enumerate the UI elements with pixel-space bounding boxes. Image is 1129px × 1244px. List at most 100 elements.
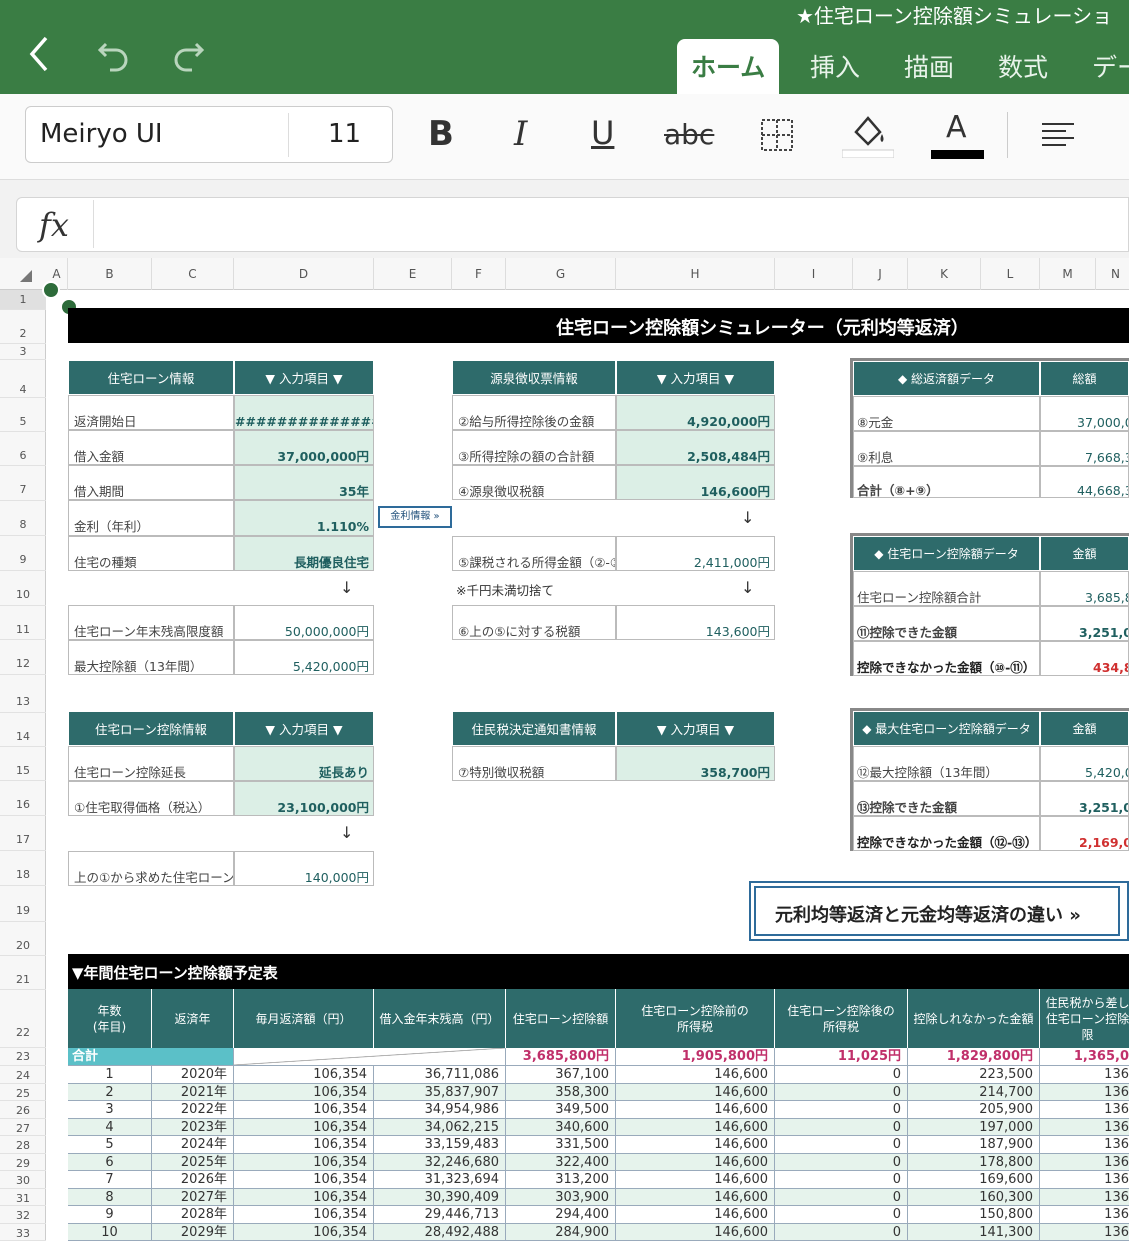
tab-home[interactable]: ホーム xyxy=(677,39,780,94)
column-header[interactable]: C xyxy=(152,258,234,290)
row-header[interactable]: 23 xyxy=(0,1048,46,1066)
loan-input[interactable]: ############## xyxy=(234,395,374,430)
schedule-cell: 0 xyxy=(775,1223,908,1241)
row-header[interactable]: 12 xyxy=(0,640,46,675)
column-header[interactable]: E xyxy=(374,258,452,290)
row-header[interactable]: 16 xyxy=(0,781,46,816)
underline-button[interactable]: U xyxy=(591,114,614,152)
row-header[interactable]: 27 xyxy=(0,1119,46,1136)
row-header[interactable]: 17 xyxy=(0,816,46,851)
column-header[interactable]: F xyxy=(452,258,506,290)
column-header[interactable]: L xyxy=(981,258,1040,290)
row-header[interactable]: 25 xyxy=(0,1084,46,1101)
font-size[interactable]: 11 xyxy=(328,119,361,149)
column-header[interactable]: H xyxy=(616,258,775,290)
row-header[interactable]: 9 xyxy=(0,536,46,571)
schedule-cell: 146,600 xyxy=(616,1153,775,1171)
loan-input[interactable]: 長期優良住宅 xyxy=(234,536,374,571)
withholding-input[interactable]: 2,508,484円 xyxy=(616,430,775,465)
schedule-cell: 2025年 xyxy=(152,1153,234,1171)
schedule-cell: 0 xyxy=(775,1136,908,1154)
row-header[interactable]: 15 xyxy=(0,747,46,781)
fill-color-icon[interactable] xyxy=(842,110,894,158)
borders-icon[interactable] xyxy=(760,118,794,152)
row-header[interactable]: 8 xyxy=(0,501,46,536)
tab-draw[interactable]: 描画 xyxy=(904,48,954,84)
row-header[interactable]: 20 xyxy=(0,922,46,956)
row-header[interactable]: 22 xyxy=(0,990,46,1048)
row-header[interactable]: 18 xyxy=(0,851,46,886)
tab-data[interactable]: デー xyxy=(1092,48,1129,84)
italic-button[interactable]: I xyxy=(514,114,527,154)
font-color-button[interactable]: A xyxy=(946,110,967,145)
schedule-cell: 35,837,907 xyxy=(374,1083,506,1101)
font-selector[interactable]: Meiryo UI 11 xyxy=(25,106,393,163)
font-color-swatch xyxy=(931,150,984,159)
row-header[interactable]: 28 xyxy=(0,1136,46,1154)
row-header[interactable]: 5 xyxy=(0,398,46,432)
deduction-input[interactable]: 延長あり xyxy=(234,746,374,781)
strikethrough-button[interactable]: abc xyxy=(664,118,714,151)
undo-icon[interactable] xyxy=(96,36,132,72)
row-header[interactable]: 30 xyxy=(0,1171,46,1189)
column-header[interactable]: K xyxy=(908,258,981,290)
schedule-total-label: 合計 xyxy=(68,1048,234,1066)
row-header[interactable]: 13 xyxy=(0,675,46,713)
tab-insert[interactable]: 挿入 xyxy=(810,48,860,84)
select-all-icon[interactable] xyxy=(20,270,32,282)
redo-icon[interactable] xyxy=(170,36,206,72)
loan-input[interactable]: 37,000,000円 xyxy=(234,430,374,465)
row-header[interactable]: 24 xyxy=(0,1066,46,1084)
summary-label: ⑫最大控除額（13年間） xyxy=(853,746,1040,781)
row-header[interactable]: 19 xyxy=(0,886,46,922)
arrow-down: ↓ xyxy=(340,578,354,597)
withholding-input[interactable]: 146,600円 xyxy=(616,465,775,500)
row-header[interactable]: 3 xyxy=(0,344,46,360)
row-header[interactable]: 32 xyxy=(0,1206,46,1224)
withholding-input-header: ▼ 入力項目 ▼ xyxy=(616,360,775,395)
schedule-cell: 136 xyxy=(1040,1153,1129,1171)
row-header[interactable]: 31 xyxy=(0,1189,46,1206)
loan-input[interactable]: 1.110% xyxy=(234,500,374,536)
row-header[interactable]: 26 xyxy=(0,1101,46,1119)
schedule-cell: 2029年 xyxy=(152,1223,234,1241)
withholding-input[interactable]: 4,920,000円 xyxy=(616,395,775,430)
rate-info-button[interactable]: 金利情報 » xyxy=(378,506,452,528)
summary-value: 3,251,0 xyxy=(1040,606,1129,641)
column-header[interactable]: G xyxy=(506,258,616,290)
deduction-input[interactable]: 23,100,000円 xyxy=(234,781,374,816)
row-header[interactable]: 7 xyxy=(0,466,46,501)
row-header[interactable]: 1 xyxy=(0,290,46,310)
loan-limit-label: 最大控除額（13年間） xyxy=(68,640,234,675)
column-header[interactable]: I xyxy=(775,258,853,290)
resident-input[interactable]: 358,700円 xyxy=(616,746,775,781)
row-header[interactable]: 29 xyxy=(0,1154,46,1171)
bold-button[interactable]: B xyxy=(428,114,454,154)
align-icon[interactable] xyxy=(1040,122,1076,148)
compare-button[interactable]: 元利均等返済と元金均等返済の違い » xyxy=(749,881,1129,941)
column-header[interactable]: B xyxy=(68,258,152,290)
schedule-cell: 106,354 xyxy=(234,1171,374,1189)
row-header[interactable]: 10 xyxy=(0,571,46,606)
column-header[interactable]: N xyxy=(1096,258,1129,290)
row-header[interactable]: 4 xyxy=(0,360,46,398)
row-header[interactable]: 14 xyxy=(0,713,46,747)
schedule-cell: 331,500 xyxy=(506,1136,616,1154)
summary-label: 合計（⑧+⑨） xyxy=(853,466,1040,498)
tab-formulas[interactable]: 数式 xyxy=(998,48,1048,84)
withholding-header: 源泉徴収票情報 xyxy=(452,360,616,395)
schedule-total-value: 3,685,800円 xyxy=(506,1048,616,1066)
row-header[interactable]: 33 xyxy=(0,1224,46,1241)
formula-bar[interactable]: fx xyxy=(16,197,1129,252)
column-header[interactable]: D xyxy=(234,258,374,290)
row-header[interactable]: 21 xyxy=(0,956,46,990)
schedule-cell: 2023年 xyxy=(152,1118,234,1136)
row-header[interactable]: 2 xyxy=(0,310,46,344)
row-header[interactable]: 11 xyxy=(0,606,46,640)
back-icon[interactable] xyxy=(26,34,52,74)
column-header[interactable]: M xyxy=(1040,258,1096,290)
column-header[interactable]: J xyxy=(853,258,908,290)
loan-input[interactable]: 35年 xyxy=(234,465,374,500)
cell-selection-handle[interactable] xyxy=(42,281,60,299)
row-header[interactable]: 6 xyxy=(0,432,46,466)
